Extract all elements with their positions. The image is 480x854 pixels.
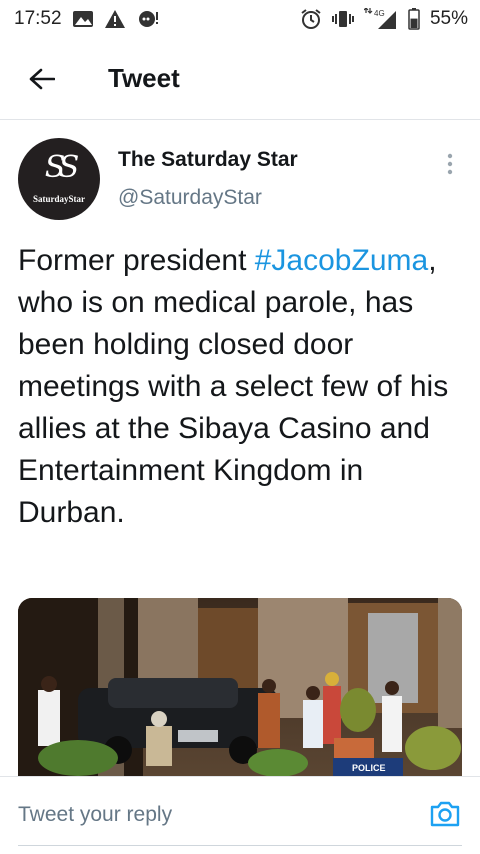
tweet-header: SS SaturdayStar The Saturday Star @Satur… bbox=[18, 138, 468, 222]
tweet-text-start: Former president bbox=[18, 244, 255, 277]
app-bar: Tweet bbox=[0, 38, 480, 120]
reply-bar bbox=[0, 776, 480, 854]
chat-notification-icon bbox=[136, 9, 160, 29]
warning-icon bbox=[104, 9, 126, 29]
status-bar: 17:52 4G 55% bbox=[0, 0, 480, 38]
media-photo: POLICE bbox=[18, 598, 462, 776]
signal-4g-icon: 4G bbox=[363, 8, 398, 30]
tweet-text: Former president #JacobZuma, who is on m… bbox=[18, 240, 466, 534]
reply-input-underline bbox=[18, 845, 462, 846]
hashtag-link[interactable]: #JacobZuma bbox=[255, 244, 428, 277]
status-time: 17:52 bbox=[14, 8, 62, 29]
alarm-icon bbox=[300, 8, 322, 30]
status-right: 4G 55% bbox=[300, 8, 468, 30]
user-display-name[interactable]: The Saturday Star bbox=[118, 148, 298, 172]
more-vertical-icon bbox=[447, 153, 453, 175]
gallery-notification-icon bbox=[72, 10, 94, 28]
user-handle[interactable]: @SaturdayStar bbox=[118, 186, 262, 210]
svg-text:4G: 4G bbox=[374, 9, 385, 18]
reply-input[interactable] bbox=[18, 791, 398, 839]
avatar[interactable]: SS SaturdayStar bbox=[18, 138, 100, 220]
status-left: 17:52 bbox=[14, 8, 160, 30]
avatar-wordmark: SaturdayStar bbox=[32, 194, 85, 204]
camera-icon bbox=[430, 801, 460, 827]
battery-icon bbox=[408, 8, 420, 30]
back-button[interactable] bbox=[20, 57, 64, 101]
vibrate-icon bbox=[331, 10, 354, 28]
arrow-left-icon bbox=[29, 68, 55, 89]
battery-percent: 55% bbox=[429, 8, 468, 29]
tweet-text-end: , who is on medical parole, has been hol… bbox=[18, 244, 449, 529]
camera-button[interactable] bbox=[428, 797, 462, 831]
more-options-button[interactable] bbox=[438, 150, 462, 178]
tweet-media-image[interactable]: POLICE bbox=[18, 598, 462, 776]
page-title: Tweet bbox=[108, 63, 180, 93]
avatar-monogram: SS bbox=[44, 150, 80, 185]
svg-text:POLICE: POLICE bbox=[352, 763, 386, 773]
